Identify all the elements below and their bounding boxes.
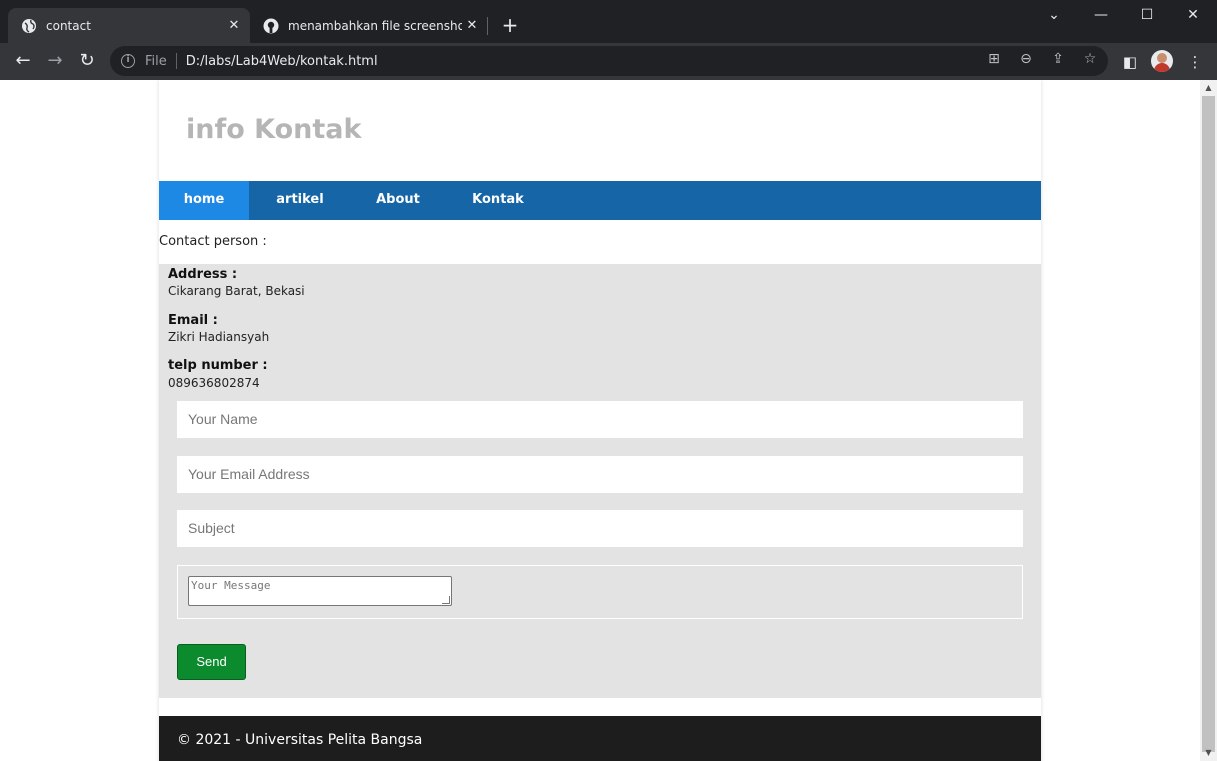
tab-title: menambahkan file screenshot · z [288, 18, 462, 33]
nav-about[interactable]: About [351, 181, 445, 220]
tab-title: contact [46, 18, 91, 33]
email-value: Zikri Hadiansyah [168, 330, 270, 344]
translate-icon[interactable]: ⊞ [985, 50, 1003, 68]
phone-value: 089636802874 [168, 376, 260, 390]
name-input[interactable]: Your Name [177, 401, 1023, 438]
side-panel-icon[interactable]: ◧ [1120, 52, 1140, 72]
back-icon[interactable]: ← [11, 50, 35, 74]
browser-toolbar: ← → ↻ i File D:/labs/Lab4Web/kontak.html… [0, 43, 1217, 80]
maximize-icon[interactable]: ☐ [1124, 0, 1170, 32]
message-wrapper: Your Message [177, 565, 1023, 619]
message-textarea[interactable]: Your Message [188, 576, 452, 606]
main-nav: home artikel About Kontak [159, 181, 1041, 220]
tab-github[interactable]: menambahkan file screenshot · z ✕ [250, 8, 488, 43]
browser-tab-bar: contact ✕ menambahkan file screenshot · … [0, 0, 1217, 43]
contact-panel: Address : Cikarang Barat, Bekasi Email :… [159, 264, 1041, 698]
github-icon [263, 18, 279, 34]
page-viewport: info Kontak home artikel About Kontak Co… [0, 80, 1200, 761]
phone-label: telp number : [168, 358, 268, 373]
scroll-up-icon[interactable]: ▲ [1200, 80, 1217, 96]
contact-lead: Contact person : [159, 234, 267, 249]
scroll-down-icon[interactable]: ▼ [1200, 745, 1217, 761]
vertical-scrollbar[interactable]: ▲ ▼ [1200, 80, 1217, 761]
url-text[interactable]: D:/labs/Lab4Web/kontak.html [186, 54, 378, 69]
forward-icon[interactable]: → [43, 50, 67, 74]
close-window-icon[interactable]: ✕ [1170, 0, 1216, 32]
close-tab-icon[interactable]: ✕ [462, 18, 482, 33]
reload-icon[interactable]: ↻ [75, 50, 99, 74]
tab-divider [487, 17, 488, 35]
star-icon[interactable]: ☆ [1081, 50, 1099, 68]
close-tab-icon[interactable]: ✕ [224, 18, 244, 33]
share-icon[interactable]: ⇪ [1049, 50, 1067, 68]
scrollbar-thumb[interactable] [1202, 96, 1215, 752]
subject-input[interactable]: Subject [177, 510, 1023, 547]
zoom-out-icon[interactable]: ⊖ [1017, 50, 1035, 68]
page-title: info Kontak [186, 114, 362, 145]
divider [175, 53, 177, 69]
tab-contact[interactable]: contact ✕ [8, 8, 250, 43]
globe-icon [21, 18, 37, 34]
send-button[interactable]: Send [177, 644, 246, 680]
profile-avatar[interactable] [1151, 50, 1173, 72]
scheme-label: File [145, 53, 167, 69]
nav-artikel[interactable]: artikel [249, 181, 351, 220]
resize-handle-icon[interactable] [442, 596, 450, 604]
menu-icon[interactable]: ⋮ [1185, 52, 1205, 72]
nav-home[interactable]: home [159, 181, 249, 220]
nav-kontak[interactable]: Kontak [445, 181, 551, 220]
page-container: info Kontak home artikel About Kontak Co… [159, 80, 1041, 761]
message-placeholder: Your Message [191, 579, 271, 592]
address-bar[interactable]: i File D:/labs/Lab4Web/kontak.html [110, 46, 1108, 76]
address-label: Address : [168, 267, 238, 282]
tab-search-icon[interactable]: ⌄ [1031, 0, 1077, 32]
email-input[interactable]: Your Email Address [177, 456, 1023, 493]
minimize-icon[interactable]: — [1078, 0, 1124, 32]
email-label: Email : [168, 313, 218, 328]
info-icon[interactable]: i [121, 54, 135, 68]
address-value: Cikarang Barat, Bekasi [168, 284, 305, 298]
new-tab-icon[interactable]: + [498, 14, 522, 38]
page-footer: © 2021 - Universitas Pelita Bangsa [159, 716, 1041, 761]
footer-text: © 2021 - Universitas Pelita Bangsa [177, 732, 423, 748]
